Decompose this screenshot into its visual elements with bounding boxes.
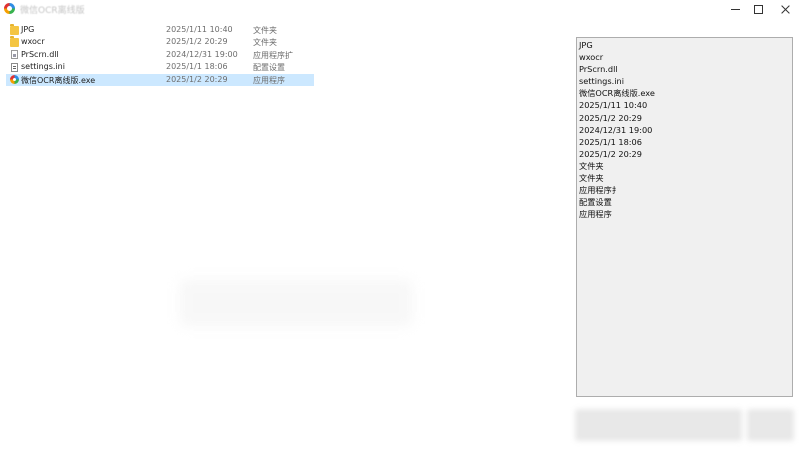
- listbox-item[interactable]: 微信OCR离线版.exe: [579, 87, 790, 99]
- file-name: JPG: [21, 25, 35, 34]
- folder-icon: [10, 23, 19, 35]
- file-date: 2025/1/2 20:29: [166, 37, 228, 47]
- file-row[interactable]: settings.ini 2025/1/1 18:06 配置设置: [6, 61, 314, 73]
- file-date: 2025/1/1 18:06: [166, 62, 228, 72]
- window-title: 微信OCR离线版: [20, 6, 85, 16]
- file-name: 微信OCR离线版.exe: [21, 75, 96, 85]
- file-name: wxocr: [21, 37, 45, 47]
- maximize-icon: [753, 5, 763, 14]
- title-bar[interactable]: 微信OCR离线版: [0, 0, 800, 19]
- listbox-item[interactable]: 文件夹: [579, 160, 790, 172]
- listbox-item[interactable]: settings.ini: [579, 75, 790, 87]
- file-row[interactable]: JPG 2025/1/11 10:40 文件夹: [6, 23, 314, 36]
- minimize-icon: [730, 9, 740, 10]
- file-type: 配置设置: [253, 63, 285, 73]
- dll-icon: [11, 50, 18, 60]
- file-name: settings.ini: [21, 62, 65, 72]
- exe-icon: [10, 75, 19, 85]
- file-type: 文件夹: [253, 26, 277, 35]
- app-logo-icon: [4, 3, 15, 14]
- file-list: JPG 2025/1/11 10:40 文件夹 wxocr 2025/1/2 20:29…: [6, 23, 314, 86]
- listbox-item[interactable]: PrScrn.dll: [579, 63, 790, 75]
- file-type: 文件夹: [253, 38, 277, 48]
- file-type: 应用程序扩: [253, 50, 293, 60]
- file-name: PrScrn.dll: [21, 49, 59, 59]
- file-date: 2025/1/11 10:40: [166, 25, 233, 34]
- folder-icon: [10, 35, 19, 47]
- maximize-button[interactable]: [745, 0, 771, 19]
- file-type: 应用程序: [253, 75, 285, 85]
- blurred-region: [180, 280, 412, 326]
- listbox-item[interactable]: 应用程序扌: [579, 184, 790, 196]
- listbox-item[interactable]: 2025/1/1 18:06: [579, 136, 790, 148]
- listbox-item[interactable]: 2025/1/11 10:40: [579, 99, 790, 111]
- primary-action-button[interactable]: [576, 410, 741, 440]
- secondary-action-button[interactable]: [748, 410, 793, 440]
- file-row[interactable]: PrScrn.dll 2024/12/31 19:00 应用程序扩: [6, 49, 314, 61]
- listbox-item[interactable]: wxocr: [579, 51, 790, 63]
- listbox-item[interactable]: 2025/1/2 20:29: [579, 112, 790, 124]
- listbox-item[interactable]: 文件夹: [579, 172, 790, 184]
- file-row[interactable]: 微信OCR离线版.exe 2025/1/2 20:29 应用程序: [6, 73, 314, 86]
- file-row[interactable]: wxocr 2025/1/2 20:29 文件夹: [6, 35, 314, 48]
- listbox-item[interactable]: 2025/1/2 20:29: [579, 148, 790, 160]
- ocr-result-listbox[interactable]: JPG wxocr PrScrn.dll settings.ini 微信OCR离线版.e…: [576, 37, 793, 397]
- listbox-item[interactable]: 配置设置: [579, 196, 790, 208]
- close-icon: [781, 5, 790, 14]
- listbox-item[interactable]: 应用程序: [579, 208, 790, 220]
- listbox-item[interactable]: JPG: [579, 39, 790, 51]
- listbox-item[interactable]: 2024/12/31 19:00: [579, 124, 790, 136]
- app-window: 微信OCR离线版 JPG 2025/1/11 10:40 文件夹 wxocr 2025/…: [0, 0, 800, 459]
- ini-icon: [11, 62, 18, 72]
- file-date: 2024/12/31 19:00: [166, 49, 238, 59]
- file-date: 2025/1/2 20:29: [166, 74, 228, 84]
- close-button[interactable]: [772, 0, 798, 19]
